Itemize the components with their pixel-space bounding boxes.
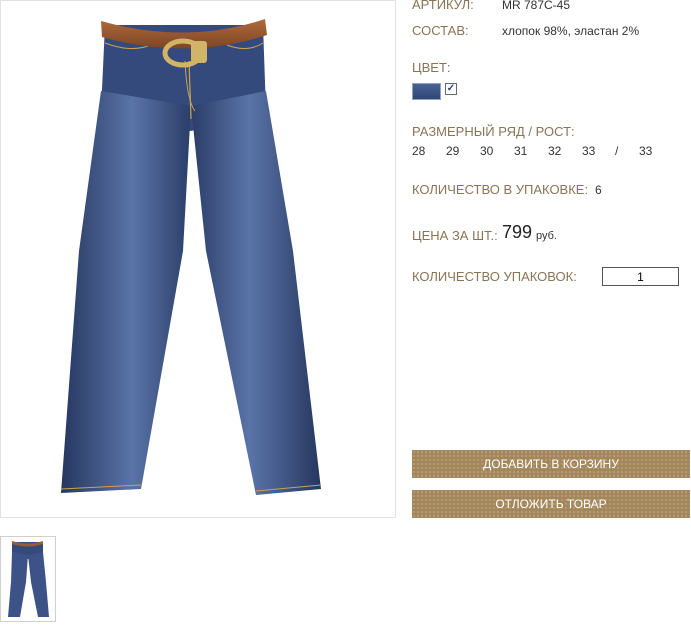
size-separator: / bbox=[615, 144, 619, 158]
pack-quantity-value: 6 bbox=[595, 183, 602, 197]
height-item: 33 bbox=[639, 144, 653, 158]
color-label: ЦВЕТ: bbox=[412, 60, 451, 75]
product-main-image[interactable] bbox=[0, 0, 396, 518]
packs-count-label: КОЛИЧЕСТВО УПАКОВОК: bbox=[412, 269, 577, 284]
jeans-thumbnail-image bbox=[8, 541, 49, 617]
price-label: ЦЕНА ЗА ШТ.: bbox=[412, 228, 498, 243]
pack-quantity-label: КОЛИЧЕСТВО В УПАКОВКЕ: bbox=[412, 182, 589, 197]
size-item: 30 bbox=[480, 144, 494, 158]
article-value: MR 787C-45 bbox=[502, 0, 571, 12]
packs-count-input[interactable] bbox=[602, 267, 679, 286]
jeans-image bbox=[60, 19, 322, 495]
size-item: 31 bbox=[514, 144, 528, 158]
color-swatch[interactable] bbox=[412, 83, 441, 100]
add-to-cart-button[interactable]: ДОБАВИТЬ В КОРЗИНУ bbox=[412, 450, 690, 478]
price-value: 799 bbox=[502, 222, 533, 242]
size-range-label: РАЗМЕРНЫЙ РЯД / РОСТ: bbox=[412, 124, 575, 139]
color-select-checkbox[interactable]: ✓ bbox=[445, 83, 457, 95]
composition-value: хлопок 98%, эластан 2% bbox=[502, 24, 640, 38]
article-label: АРТИКУЛ: bbox=[412, 0, 474, 12]
product-thumbnail[interactable] bbox=[0, 536, 56, 622]
size-item: 28 bbox=[412, 144, 426, 158]
size-item: 32 bbox=[548, 144, 562, 158]
size-item: 29 bbox=[446, 144, 460, 158]
price-unit: руб. bbox=[536, 230, 557, 242]
size-item: 33 bbox=[582, 144, 596, 158]
postpone-button[interactable]: ОТЛОЖИТЬ ТОВАР bbox=[412, 490, 690, 518]
composition-label: СОСТАВ: bbox=[412, 23, 469, 38]
